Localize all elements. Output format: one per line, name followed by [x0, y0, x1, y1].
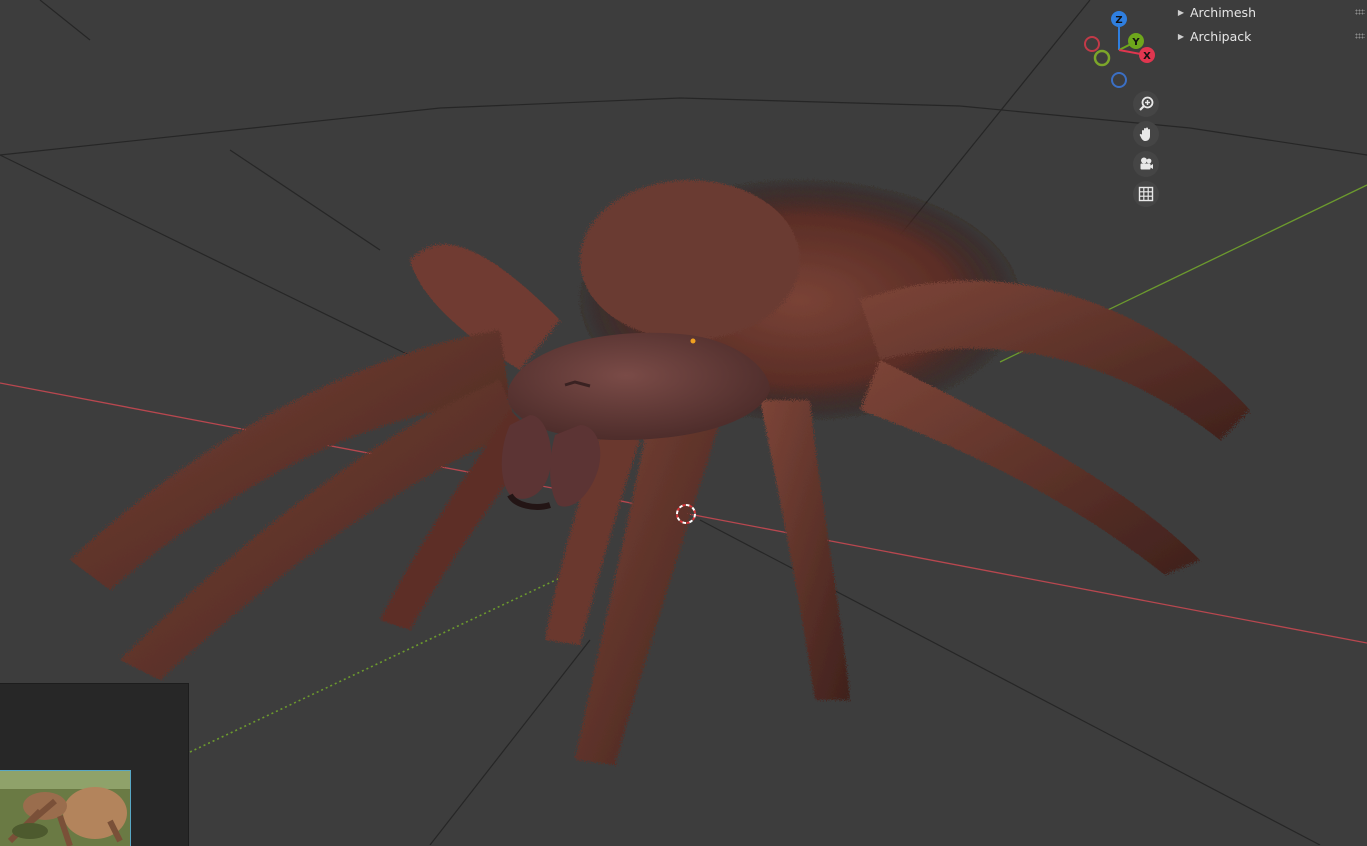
- reference-image: [0, 771, 130, 846]
- pan-button[interactable]: [1133, 121, 1159, 147]
- reference-image-thumbnail[interactable]: [0, 770, 131, 846]
- camera-icon: [1140, 157, 1153, 170]
- zoom-icon: [1139, 96, 1154, 111]
- tarantula-model: [70, 180, 1250, 765]
- object-origin: [690, 338, 696, 344]
- gizmo-y-label: Y: [1131, 37, 1140, 48]
- viewport-scene: [0, 0, 1367, 845]
- tarantula-carapace: [508, 332, 770, 440]
- addon-row-archipack[interactable]: ▶ Archipack: [1172, 24, 1367, 48]
- hand-pan-icon: [1139, 127, 1150, 141]
- gizmo-neg-x-axis: [1084, 36, 1100, 52]
- addon-label: Archipack: [1190, 28, 1252, 44]
- addon-label: Archimesh: [1190, 4, 1256, 20]
- addon-row-archimesh[interactable]: ▶ Archimesh: [1172, 0, 1367, 24]
- drag-grip-icon[interactable]: [1355, 33, 1365, 39]
- drag-grip-icon[interactable]: [1355, 9, 1365, 15]
- perspective-toggle-button[interactable]: [1133, 181, 1159, 207]
- gizmo-neg-y-axis: [1093, 49, 1111, 67]
- collapse-arrow-icon: ▶: [1177, 31, 1185, 41]
- addon-panel: ▶ Archimesh ▶ Archipack: [1172, 0, 1367, 48]
- grid-icon: [1138, 186, 1154, 202]
- gizmo-z-label: Z: [1115, 15, 1122, 26]
- 3d-viewport[interactable]: Z Y X ▶ Archimesh ▶ Archipack: [0, 0, 1367, 846]
- zoom-button[interactable]: [1133, 91, 1159, 117]
- gizmo-neg-z-axis: [1111, 72, 1127, 88]
- camera-view-button[interactable]: [1133, 151, 1159, 177]
- navigation-gizmo[interactable]: Z Y X: [1075, 5, 1165, 95]
- gizmo-x-label: X: [1143, 51, 1151, 62]
- collapse-arrow-icon: ▶: [1177, 7, 1185, 17]
